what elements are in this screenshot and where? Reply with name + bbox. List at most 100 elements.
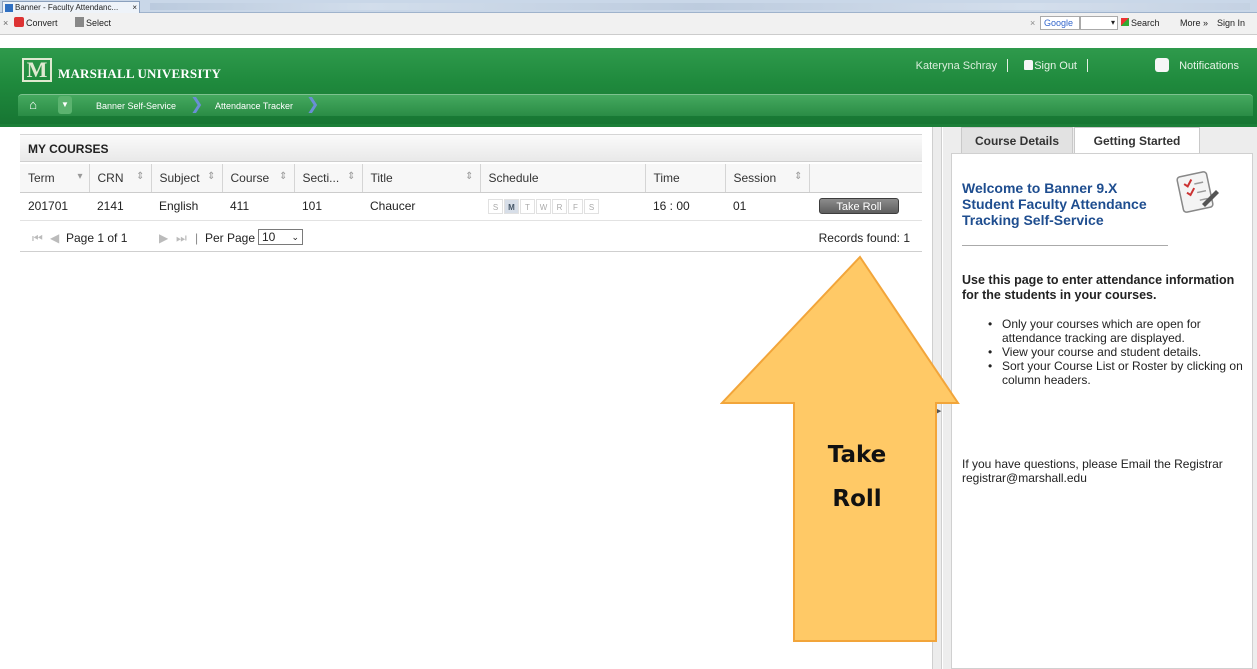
list-item: View your course and student details.	[988, 345, 1250, 359]
cell-session: 01	[725, 192, 809, 221]
divider	[962, 245, 1168, 246]
cell-course: 411	[222, 192, 294, 221]
convert-button[interactable]: Convert	[26, 18, 58, 28]
notifications-icon	[1155, 58, 1169, 72]
menu-dropdown-icon[interactable]: ▼	[58, 96, 72, 114]
right-panel: Course Details Getting Started Welcome t…	[943, 127, 1257, 669]
pagination-bar: ⏮ ◀ Page 1 of 1 ▶ ⏭ | Per Page 10 ⌄ Reco…	[20, 224, 922, 252]
sort-icon: ⇕	[136, 170, 145, 182]
schedule-day-thu: R	[552, 198, 567, 214]
schedule-day-mon: M	[504, 198, 519, 214]
annotation-label-line-2: Roll	[832, 486, 882, 512]
col-header-crn[interactable]: CRN ⇕	[89, 164, 152, 193]
clipboard-checklist-icon	[1176, 171, 1219, 213]
google-dropdown[interactable]: ▾	[1080, 16, 1118, 30]
browser-toolbar: × Convert Select × Google ▾ Search More …	[0, 13, 1257, 35]
sign-out-link[interactable]: Sign Out	[1034, 60, 1077, 72]
table-row[interactable]: 201701 2141 English 411 101 Chaucer SMTW…	[20, 192, 922, 221]
schedule-day-wed: W	[536, 198, 551, 214]
sort-icon: ▾	[77, 170, 83, 182]
courses-table: Term ▾ CRN ⇕ Subject ⇕ Course ⇕ Secti... ⇕ Ti…	[20, 164, 922, 221]
cell-title: Chaucer	[362, 192, 480, 221]
first-page-icon[interactable]: ⏮	[32, 231, 43, 246]
per-page-value: 10	[262, 230, 276, 244]
per-page-label: Per Page	[205, 231, 256, 245]
more-button[interactable]: More »	[1180, 18, 1208, 28]
cell-schedule: SMTWRFS	[480, 192, 645, 221]
home-icon[interactable]: ⌂	[22, 96, 44, 114]
university-name: MARSHALL UNIVERSITY	[58, 66, 222, 81]
breadcrumb-separator-icon: ❯	[190, 96, 204, 113]
user-name[interactable]: Kateryna Schray	[916, 60, 997, 72]
browser-tabstrip: Banner - Faculty Attendanc... ×	[0, 0, 1257, 13]
getting-started-content: Welcome to Banner 9.X Student Faculty At…	[951, 153, 1253, 669]
header-divider	[1007, 59, 1008, 72]
schedule-day-fri: F	[568, 198, 583, 214]
col-header-title[interactable]: Title ⇕	[362, 164, 481, 193]
list-item: Only your courses which are open for att…	[988, 317, 1250, 345]
questions-text: If you have questions, please Email the …	[962, 457, 1223, 485]
close-tab-icon[interactable]: ×	[132, 2, 137, 13]
cell-subject: English	[151, 192, 222, 221]
tab-getting-started[interactable]: Getting Started	[1074, 127, 1200, 153]
breadcrumb-separator-icon: ❯	[306, 96, 320, 113]
col-header-schedule[interactable]: Schedule	[480, 164, 646, 193]
annotation-label-line-1: Take	[827, 442, 887, 468]
breadcrumb	[18, 94, 1253, 116]
browser-tab-title: Banner - Faculty Attendanc...	[15, 3, 119, 12]
next-page-icon[interactable]: ▶	[159, 231, 168, 245]
cell-term: 201701	[20, 192, 89, 221]
my-courses-panel: MY COURSES Term ▾ CRN ⇕ Subject ⇕ Course ⇕ S…	[20, 134, 922, 254]
per-page-select[interactable]: 10 ⌄	[258, 229, 303, 245]
col-header-course[interactable]: Course ⇕	[222, 164, 295, 193]
col-header-session[interactable]: Session ⇕	[725, 164, 810, 193]
schedule-day-sun: S	[488, 198, 503, 214]
breadcrumb-banner-self-service[interactable]: Banner Self-Service	[96, 101, 176, 111]
records-found: Records found: 1	[818, 231, 910, 245]
last-page-icon[interactable]: ⏭	[176, 231, 187, 246]
panel-title: MY COURSES	[20, 134, 922, 162]
col-header-time[interactable]: Time	[645, 164, 726, 193]
pdf-convert-icon	[14, 17, 24, 27]
breadcrumb-attendance-tracker[interactable]: Attendance Tracker	[215, 101, 293, 111]
blurred-tabs	[150, 3, 1250, 10]
cell-section: 101	[294, 192, 362, 221]
notifications-link[interactable]: Notifications	[1179, 60, 1239, 72]
signin-button[interactable]: Sign In	[1217, 18, 1245, 28]
toolbar-close-icon[interactable]: ×	[3, 18, 8, 28]
page-indicator: Page 1 of 1	[66, 231, 128, 245]
browser-tab[interactable]: Banner - Faculty Attendanc... ×	[2, 1, 140, 13]
select-icon	[75, 17, 84, 27]
banner-favicon-icon	[5, 4, 13, 12]
header-divider	[1087, 59, 1088, 72]
cell-time: 16 : 00	[645, 192, 725, 221]
select-button[interactable]: Select	[86, 18, 111, 28]
chevron-down-icon: ⌄	[291, 232, 299, 242]
pager-divider: |	[195, 231, 199, 245]
info-list: Only your courses which are open for att…	[988, 317, 1250, 387]
table-header-row: Term ▾ CRN ⇕ Subject ⇕ Course ⇕ Secti... ⇕ Ti…	[20, 164, 922, 193]
col-header-term[interactable]: Term ▾	[20, 164, 90, 193]
col-header-subject[interactable]: Subject ⇕	[151, 164, 223, 193]
sort-icon: ⇕	[279, 170, 288, 182]
col-header-section[interactable]: Secti... ⇕	[294, 164, 363, 193]
sort-icon: ⇕	[347, 170, 356, 182]
intro-text: Use this page to enter attendance inform…	[962, 273, 1235, 302]
search-icon	[1121, 18, 1129, 26]
cell-action: Take Roll	[809, 192, 922, 221]
cell-crn: 2141	[89, 192, 151, 221]
sort-icon: ⇕	[207, 170, 216, 182]
schedule-day-tue: T	[520, 198, 535, 214]
sort-icon: ⇕	[794, 170, 803, 182]
google-search-input[interactable]: Google	[1040, 16, 1080, 30]
prev-page-icon[interactable]: ◀	[50, 231, 59, 245]
welcome-heading: Welcome to Banner 9.X Student Faculty At…	[962, 180, 1147, 228]
google-close-icon[interactable]: ×	[1030, 18, 1035, 28]
col-header-action	[809, 164, 922, 193]
tab-course-details[interactable]: Course Details	[961, 127, 1073, 153]
take-roll-button[interactable]: Take Roll	[819, 198, 899, 214]
annotation-label: Take Roll	[805, 433, 909, 521]
search-button[interactable]: Search	[1131, 18, 1160, 28]
schedule-day-sat: S	[584, 198, 599, 214]
lock-icon	[1024, 60, 1033, 70]
